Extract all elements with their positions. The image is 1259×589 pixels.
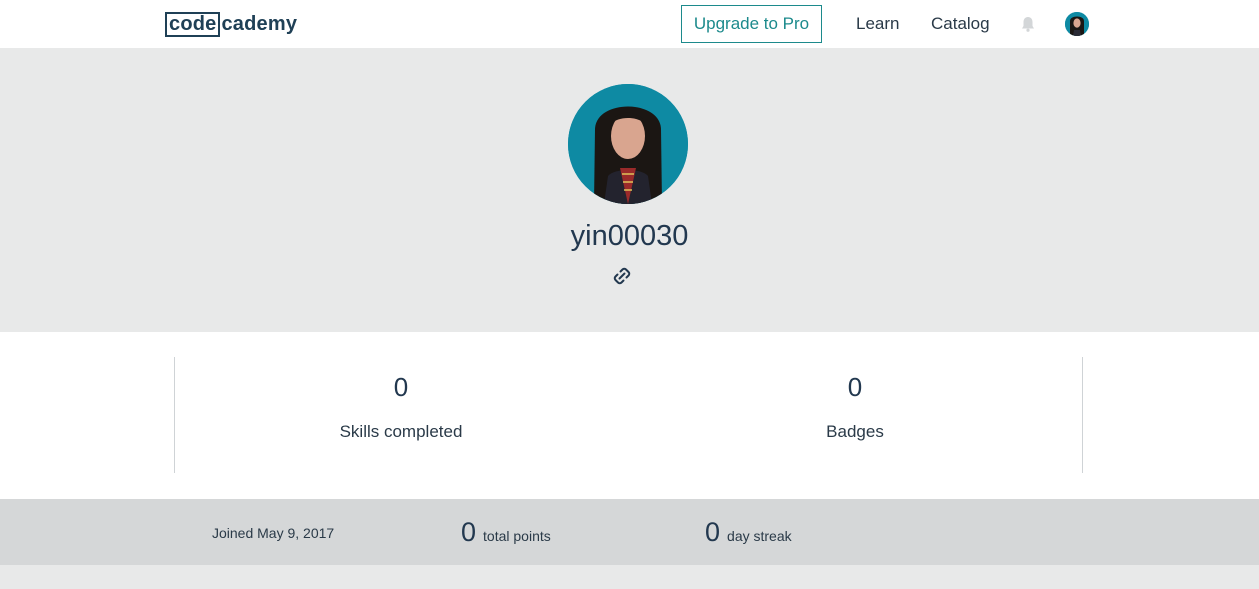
bell-icon[interactable] — [1019, 15, 1037, 33]
logo-text: cademy — [221, 12, 298, 35]
skills-completed-count: 0 — [393, 372, 409, 402]
profile-avatar — [568, 84, 688, 204]
account-avatar[interactable] — [1065, 12, 1089, 36]
codecademy-logo[interactable]: code cademy — [165, 11, 297, 37]
top-navigation: code cademy Upgrade to Pro Learn Catalog — [0, 0, 1259, 48]
day-streak: 0 day streak — [705, 517, 792, 548]
divider — [1082, 357, 1083, 473]
skills-completed-label: Skills completed — [339, 422, 463, 441]
profile-summary: Joined May 9, 2017 0 total points 0 day … — [0, 499, 1259, 565]
nav-catalog-link[interactable]: Catalog — [931, 14, 990, 34]
total-points: 0 total points — [461, 517, 551, 548]
nav-learn-link[interactable]: Learn — [856, 14, 899, 34]
skills-completed-stat: 0 Skills completed — [251, 372, 551, 442]
username: yin00030 — [570, 220, 689, 252]
joined-date: Joined May 9, 2017 — [212, 525, 335, 541]
total-points-value: 0 — [461, 517, 477, 547]
logo-boxed-text: code — [165, 11, 221, 37]
badges-count: 0 — [847, 372, 863, 402]
profile-hero: yin00030 — [0, 48, 1259, 332]
profile-stats: 0 Skills completed 0 Badges — [0, 332, 1259, 499]
page-bottom — [0, 565, 1259, 589]
badges-label: Badges — [826, 422, 884, 441]
link-icon[interactable] — [613, 267, 631, 285]
divider — [174, 357, 175, 473]
badges-stat: 0 Badges — [705, 372, 1005, 442]
day-streak-label: day streak — [727, 528, 792, 544]
total-points-label: total points — [483, 528, 551, 544]
upgrade-to-pro-button[interactable]: Upgrade to Pro — [681, 5, 822, 43]
day-streak-value: 0 — [705, 517, 721, 547]
